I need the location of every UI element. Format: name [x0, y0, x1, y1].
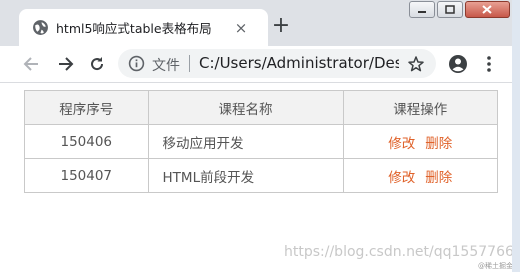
security-label: 文件 [152, 58, 180, 74]
minimize-icon [418, 11, 426, 13]
reload-icon[interactable] [87, 54, 107, 74]
info-icon[interactable] [128, 55, 145, 72]
delete-link[interactable]: 删除 [425, 136, 452, 152]
edit-link[interactable]: 修改 [388, 136, 415, 152]
maximize-icon [445, 5, 455, 14]
window-right-border [512, 0, 520, 272]
omnibox-divider [189, 55, 190, 72]
browser-tab[interactable]: html5响应式table表格布局 × [19, 9, 268, 46]
browser-toolbar: 文件 C:/Users/Administrator/Des... [0, 46, 520, 83]
bookmark-star-icon[interactable] [407, 55, 425, 73]
menu-dots-icon[interactable] [479, 54, 499, 74]
forward-arrow-icon[interactable] [55, 54, 75, 74]
edit-link[interactable]: 修改 [388, 170, 415, 186]
close-icon [482, 5, 492, 14]
new-tab-button[interactable]: + [270, 15, 292, 38]
table-row: 150406 移动应用开发 修改 删除 [24, 124, 499, 159]
cell-course-name: 移动应用开发 [147, 124, 344, 159]
url-text[interactable]: C:/Users/Administrator/Des... [199, 54, 399, 72]
watermark-url: https://blog.csdn.net/qq1557766 [284, 244, 514, 260]
minimize-button[interactable] [409, 1, 435, 18]
close-tab-icon[interactable]: × [233, 20, 249, 36]
tab-strip: html5响应式table表格布局 × + [0, 0, 520, 46]
cell-program-id: 150407 [24, 158, 149, 193]
address-bar[interactable]: 文件 C:/Users/Administrator/Des... [118, 49, 436, 78]
cell-program-id: 150406 [24, 124, 149, 159]
header-course-name: 课程名称 [147, 90, 344, 125]
table-header-row: 程序序号 课程名称 课程操作 [24, 90, 499, 125]
globe-icon [33, 20, 48, 35]
header-course-actions: 课程操作 [342, 90, 499, 125]
cell-course-name: HTML前段开发 [147, 158, 344, 193]
tab-title: html5响应式table表格布局 [56, 21, 212, 36]
cell-actions: 修改 删除 [342, 124, 499, 159]
close-window-button[interactable] [465, 1, 510, 18]
cell-actions: 修改 删除 [342, 158, 499, 193]
maximize-button[interactable] [437, 1, 463, 18]
delete-link[interactable]: 删除 [425, 170, 452, 186]
table-row: 150407 HTML前段开发 修改 删除 [24, 158, 499, 193]
course-table: 程序序号 课程名称 课程操作 150406 移动应用开发 修改 删除 150407… [24, 90, 499, 193]
header-program-id: 程序序号 [24, 90, 149, 125]
back-arrow-icon[interactable] [22, 54, 42, 74]
account-avatar-icon[interactable] [448, 54, 468, 74]
